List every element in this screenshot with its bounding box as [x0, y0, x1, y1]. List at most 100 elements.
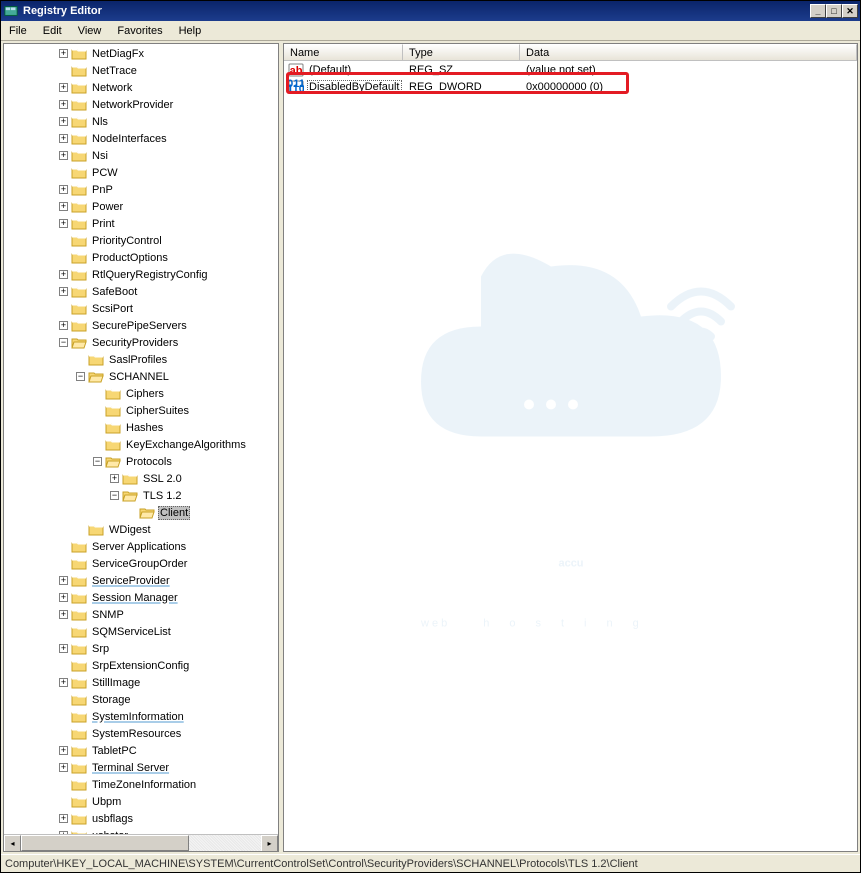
tree-node[interactable]: WDigest — [4, 521, 278, 538]
expand-spacer — [76, 355, 85, 364]
tree-node[interactable]: +RtlQueryRegistryConfig — [4, 266, 278, 283]
expand-icon[interactable]: + — [59, 576, 68, 585]
folder-icon — [71, 710, 87, 724]
tree-node[interactable]: +Network — [4, 79, 278, 96]
tree-node[interactable]: +Session Manager — [4, 589, 278, 606]
expand-icon[interactable]: + — [59, 117, 68, 126]
tree-node[interactable]: Hashes — [4, 419, 278, 436]
expand-icon[interactable]: + — [59, 202, 68, 211]
tree-pane: +NetDiagFxNetTrace+Network+NetworkProvid… — [3, 43, 279, 852]
value-row[interactable]: ab(Default)REG_SZ(value not set) — [284, 61, 857, 78]
tree-node[interactable]: SystemResources — [4, 725, 278, 742]
expand-icon[interactable]: + — [59, 185, 68, 194]
menu-file[interactable]: File — [1, 23, 35, 39]
tree-node[interactable]: +NetworkProvider — [4, 96, 278, 113]
tree-node[interactable]: ProductOptions — [4, 249, 278, 266]
tree-node[interactable]: ServiceGroupOrder — [4, 555, 278, 572]
menu-edit[interactable]: Edit — [35, 23, 70, 39]
tree-node[interactable]: +NetDiagFx — [4, 45, 278, 62]
expand-icon[interactable]: + — [59, 746, 68, 755]
tree-node[interactable]: Client — [4, 504, 278, 521]
expand-icon[interactable]: + — [59, 644, 68, 653]
collapse-icon[interactable]: − — [110, 491, 119, 500]
tree-horizontal-scrollbar[interactable]: ◂ ▸ — [4, 834, 278, 851]
tree-node[interactable]: TimeZoneInformation — [4, 776, 278, 793]
tree-node[interactable]: ScsiPort — [4, 300, 278, 317]
expand-icon[interactable]: + — [59, 814, 68, 823]
expand-icon[interactable]: + — [59, 49, 68, 58]
expand-icon[interactable]: + — [59, 100, 68, 109]
tree-node[interactable]: PCW — [4, 164, 278, 181]
expand-icon[interactable]: + — [59, 219, 68, 228]
tree-node[interactable]: +usbstor — [4, 827, 278, 834]
tree-node[interactable]: +usbflags — [4, 810, 278, 827]
folder-icon — [71, 166, 87, 180]
collapse-icon[interactable]: − — [59, 338, 68, 347]
menu-view[interactable]: View — [70, 23, 110, 39]
tree-node[interactable]: KeyExchangeAlgorithms — [4, 436, 278, 453]
tree-node[interactable]: SaslProfiles — [4, 351, 278, 368]
expand-icon[interactable]: + — [59, 763, 68, 772]
value-row[interactable]: 011110DisabledByDefaultREG_DWORD0x000000… — [284, 78, 857, 95]
tree-node[interactable]: +Print — [4, 215, 278, 232]
tree-node[interactable]: −Protocols — [4, 453, 278, 470]
tree-node[interactable]: SrpExtensionConfig — [4, 657, 278, 674]
expand-icon[interactable]: + — [59, 610, 68, 619]
expand-spacer — [59, 780, 68, 789]
tree-node[interactable]: +ServiceProvider — [4, 572, 278, 589]
scroll-left-button[interactable]: ◂ — [4, 835, 21, 852]
expand-icon[interactable]: + — [59, 678, 68, 687]
tree-node[interactable]: +SafeBoot — [4, 283, 278, 300]
tree-node[interactable]: +SNMP — [4, 606, 278, 623]
tree-node[interactable]: Ciphers — [4, 385, 278, 402]
menu-help[interactable]: Help — [171, 23, 210, 39]
tree-node[interactable]: +Nls — [4, 113, 278, 130]
tree-node[interactable]: Server Applications — [4, 538, 278, 555]
collapse-icon[interactable]: − — [93, 457, 102, 466]
collapse-icon[interactable]: − — [76, 372, 85, 381]
tree-node[interactable]: +NodeInterfaces — [4, 130, 278, 147]
tree-node[interactable]: −TLS 1.2 — [4, 487, 278, 504]
tree-node[interactable]: + Nsi — [4, 147, 278, 164]
tree-node[interactable]: +TabletPC — [4, 742, 278, 759]
values-list[interactable]: ab(Default)REG_SZ(value not set)011110Di… — [284, 61, 857, 95]
maximize-button[interactable]: □ — [826, 4, 842, 18]
tree-node[interactable]: Ubpm — [4, 793, 278, 810]
close-button[interactable]: ✕ — [842, 4, 858, 18]
tree-node[interactable]: +Srp — [4, 640, 278, 657]
tree-node[interactable]: CipherSuites — [4, 402, 278, 419]
expand-icon[interactable]: + — [59, 287, 68, 296]
expand-icon[interactable]: + — [59, 593, 68, 602]
expand-icon[interactable]: + — [59, 321, 68, 330]
expand-icon[interactable]: + — [59, 83, 68, 92]
column-header-data[interactable]: Data — [520, 44, 857, 60]
column-header-name[interactable]: Name — [284, 44, 403, 60]
minimize-button[interactable]: _ — [810, 4, 826, 18]
expand-icon[interactable]: + — [59, 270, 68, 279]
tree-node[interactable]: Storage — [4, 691, 278, 708]
expand-icon[interactable]: + — [110, 474, 119, 483]
tree-node[interactable]: SQMServiceList — [4, 623, 278, 640]
tree-node[interactable]: SystemInformation — [4, 708, 278, 725]
expand-spacer — [127, 508, 136, 517]
values-pane: accu hosting w e b Name Type Data ab(Def… — [283, 43, 858, 852]
folder-icon — [71, 608, 87, 622]
tree-node-label: Nsi — [90, 149, 110, 163]
column-header-type[interactable]: Type — [403, 44, 520, 60]
scroll-right-button[interactable]: ▸ — [261, 835, 278, 852]
tree-node[interactable]: +SecurePipeServers — [4, 317, 278, 334]
tree-node[interactable]: NetTrace — [4, 62, 278, 79]
tree-node[interactable]: PriorityControl — [4, 232, 278, 249]
registry-tree[interactable]: +NetDiagFxNetTrace+Network+NetworkProvid… — [4, 44, 278, 834]
scroll-thumb[interactable] — [21, 835, 189, 851]
tree-node[interactable]: −SecurityProviders — [4, 334, 278, 351]
menu-favorites[interactable]: Favorites — [109, 23, 170, 39]
tree-node[interactable]: +StillImage — [4, 674, 278, 691]
tree-node[interactable]: +SSL 2.0 — [4, 470, 278, 487]
tree-node[interactable]: +PnP — [4, 181, 278, 198]
tree-node[interactable]: +Terminal Server — [4, 759, 278, 776]
expand-icon[interactable]: + — [59, 151, 68, 160]
expand-icon[interactable]: + — [59, 134, 68, 143]
tree-node[interactable]: −SCHANNEL — [4, 368, 278, 385]
tree-node[interactable]: +Power — [4, 198, 278, 215]
